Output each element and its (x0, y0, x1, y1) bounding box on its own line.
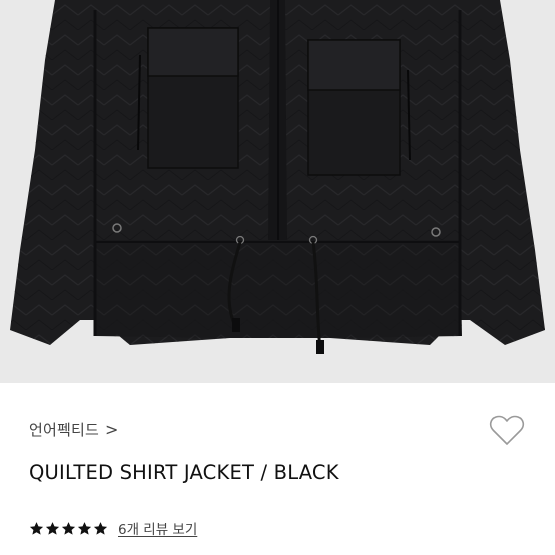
brand-link[interactable]: 언어펙티드 > (29, 419, 118, 440)
view-reviews-link[interactable]: 6개 리뷰 보기 (118, 518, 197, 538)
star-icon (93, 521, 108, 535)
star-rating (29, 521, 108, 536)
product-info: 언어펙티드 > QUILTED SHIRT JACKET / BLACK 6개 … (0, 383, 555, 555)
product-title: QUILTED SHIRT JACKET / BLACK (29, 461, 339, 484)
star-icon (29, 521, 44, 535)
chevron-right-icon: > (105, 420, 119, 439)
product-image[interactable] (0, 0, 555, 383)
heart-outline-icon[interactable] (487, 410, 527, 450)
star-icon (61, 521, 76, 535)
star-icon (77, 521, 92, 535)
rating-row: 6개 리뷰 보기 (29, 518, 197, 538)
jacket-illustration (10, 0, 545, 354)
brand-name: 언어펙티드 (29, 421, 100, 439)
star-icon (45, 521, 60, 535)
